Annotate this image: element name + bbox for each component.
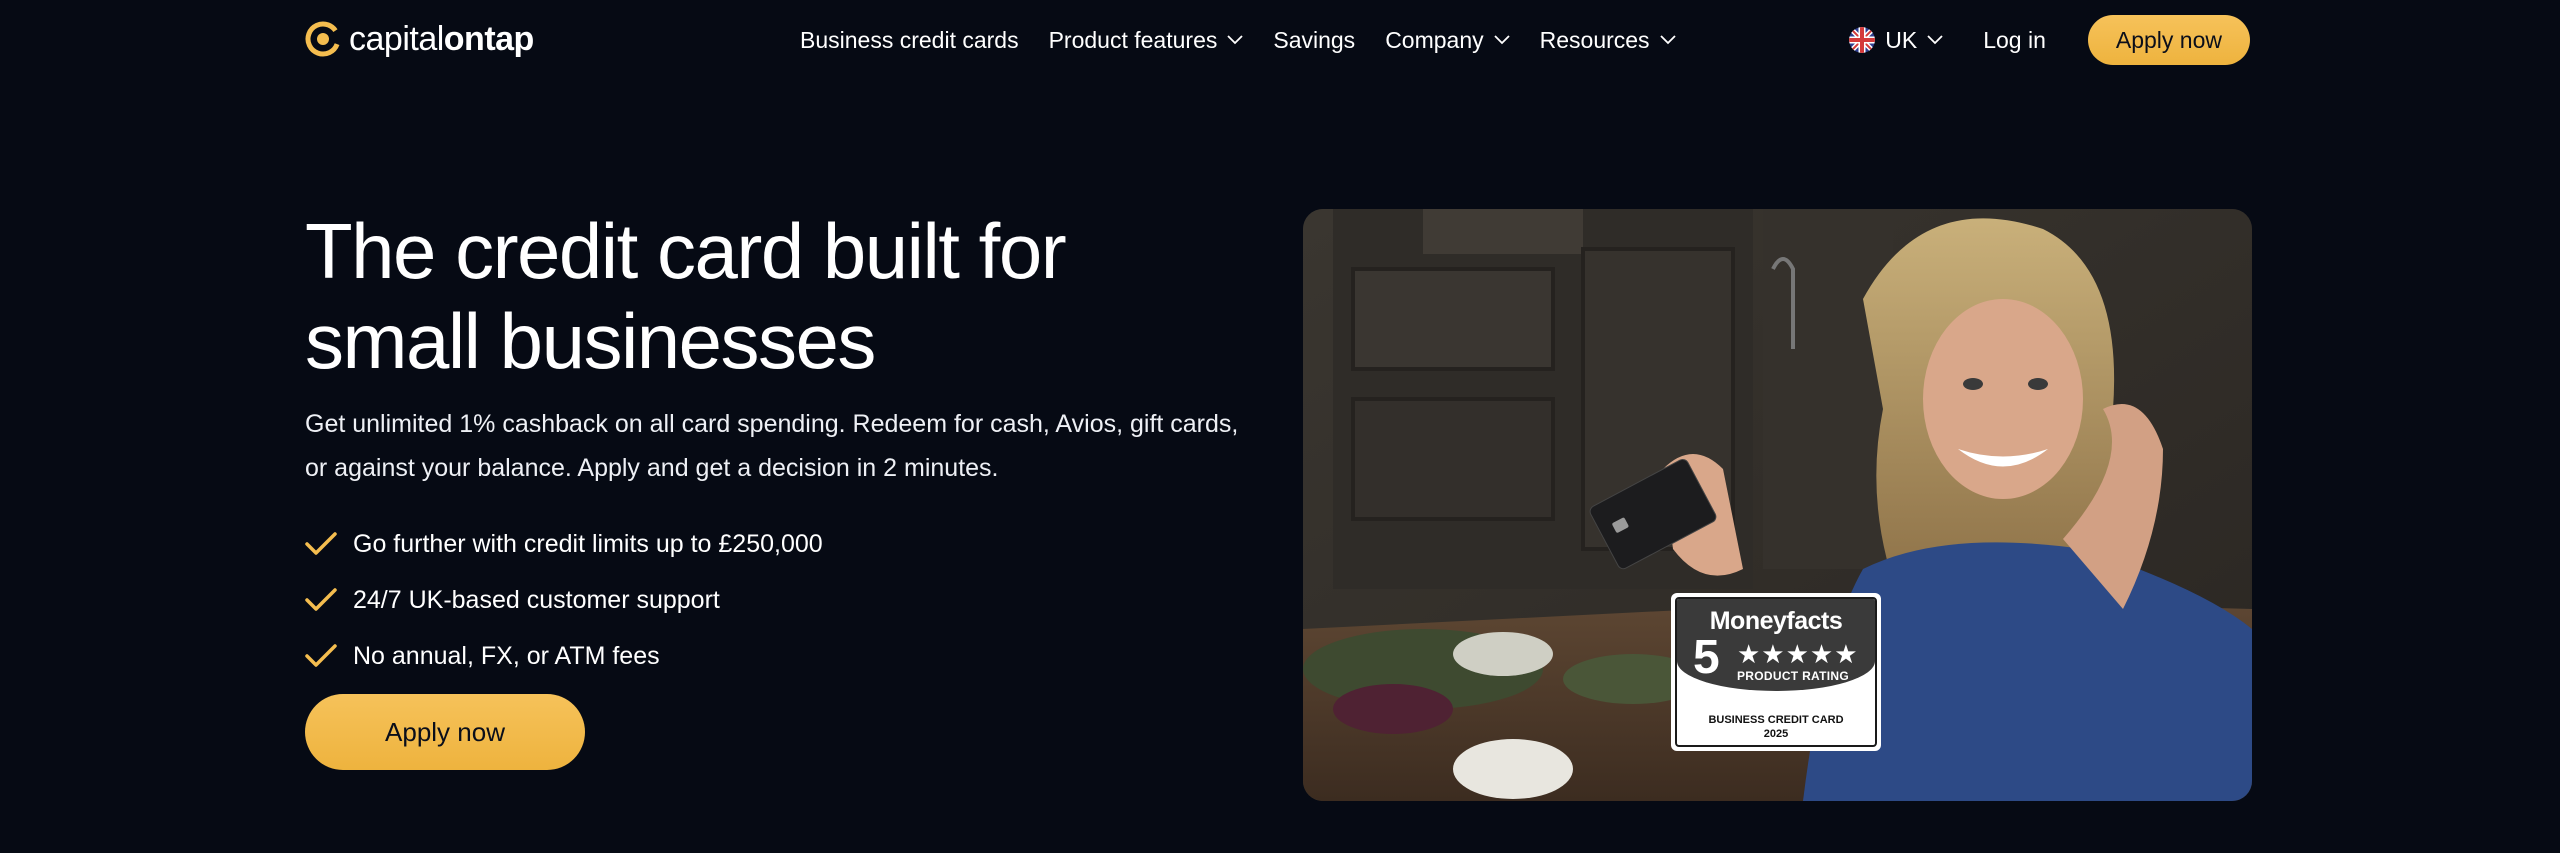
nav-item-label: Resources <box>1539 26 1650 53</box>
feature-text: 24/7 UK-based customer support <box>353 585 720 614</box>
main-nav: Business credit cards Product features S… <box>800 24 1706 56</box>
nav-product-features[interactable]: Product features <box>1049 27 1244 54</box>
chevron-down-icon <box>1493 35 1510 45</box>
locale-selector[interactable]: UK <box>1849 27 1943 54</box>
check-icon <box>305 588 337 611</box>
feature-item: No annual, FX, or ATM fees <box>305 628 823 684</box>
feature-list: Go further with credit limits up to £250… <box>305 516 823 684</box>
login-link[interactable]: Log in <box>1983 27 2046 54</box>
feature-text: Go further with credit limits up to £250… <box>353 529 823 558</box>
badge-rating-number: 5 <box>1693 631 1720 684</box>
badge-category-text: BUSINESS CREDIT CARD <box>1708 714 1844 726</box>
badge-frame: Moneyfacts 5 ★★★★★ PRODUCT RATING BUSINE… <box>1675 597 1877 747</box>
hero-title-line-1: The credit card built for <box>305 207 1067 295</box>
feature-text: No annual, FX, or ATM fees <box>353 641 660 670</box>
locale-label: UK <box>1885 26 1918 53</box>
nav-company[interactable]: Company <box>1385 26 1510 54</box>
feature-item: Go further with credit limits up to £250… <box>305 516 823 572</box>
logo[interactable]: capitalontap <box>305 18 534 60</box>
logo-text: capitalontap <box>349 19 534 58</box>
chevron-down-icon <box>1927 35 1943 45</box>
nav-resources[interactable]: Resources <box>1540 27 1676 54</box>
nav-item-label: Savings <box>1273 26 1356 53</box>
nav-item-label: Company <box>1385 26 1484 53</box>
nav-savings[interactable]: Savings <box>1273 27 1355 54</box>
chevron-down-icon <box>1659 35 1676 45</box>
hero-apply-button[interactable]: Apply now <box>305 694 585 770</box>
header-actions: UK Log in Apply now <box>1849 15 2250 65</box>
logo-mark-icon <box>305 21 341 57</box>
site-header: capitalontap Business credit cards Produ… <box>0 0 2560 80</box>
check-icon <box>305 644 337 667</box>
badge-rating-label: PRODUCT RATING <box>1737 669 1849 683</box>
nav-item-label: Product features <box>1048 26 1218 53</box>
hero-subtitle: Get unlimited 1% cashback on all card sp… <box>305 410 1239 482</box>
hero-title-line-2: small businesses <box>305 297 876 385</box>
hero-photo: Moneyfacts 5 ★★★★★ PRODUCT RATING BUSINE… <box>1303 209 2252 801</box>
star-rating-icon: ★★★★★ <box>1737 639 1859 669</box>
chevron-down-icon <box>1227 35 1243 45</box>
nav-business-credit-cards[interactable]: Business credit cards <box>800 27 1019 54</box>
feature-item: 24/7 UK-based customer support <box>305 572 823 628</box>
uk-flag-icon <box>1849 27 1876 53</box>
header-apply-button[interactable]: Apply now <box>2087 15 2250 65</box>
nav-item-label: Business credit cards <box>800 26 1019 53</box>
hero-title: The credit card built for small business… <box>305 206 1265 386</box>
badge-category: BUSINESS CREDIT CARD 2025 <box>1677 713 1875 741</box>
moneyfacts-badge: Moneyfacts 5 ★★★★★ PRODUCT RATING BUSINE… <box>1671 593 1881 751</box>
badge-year: 2025 <box>1763 728 1789 740</box>
check-icon <box>305 532 337 555</box>
